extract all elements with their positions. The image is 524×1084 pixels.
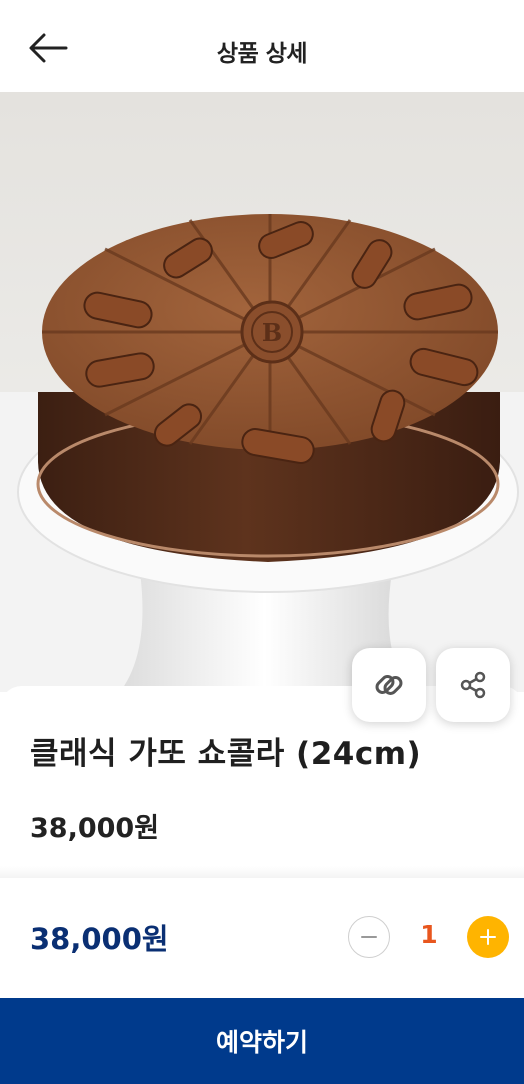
svg-text:B: B — [262, 318, 282, 347]
quantity-increase-button[interactable] — [467, 916, 509, 958]
product-price: 38,000원 — [30, 813, 160, 844]
total-price: 38,000원 — [30, 922, 169, 956]
reserve-button[interactable]: 예약하기 — [0, 998, 524, 1084]
product-name: 클래식 가또 쇼콜라 (24cm) — [30, 736, 422, 772]
link-icon — [375, 675, 403, 695]
share-button[interactable] — [436, 648, 510, 722]
product-image: B — [0, 92, 524, 692]
top-app-bar: 상품 상세 — [0, 0, 524, 92]
plus-icon — [480, 929, 496, 945]
quantity-value: 1 — [420, 920, 438, 949]
minus-icon — [361, 936, 377, 938]
quantity-decrease-button[interactable] — [348, 916, 390, 958]
like-button[interactable] — [352, 648, 426, 722]
share-icon — [460, 671, 486, 699]
page-title: 상품 상세 — [216, 41, 308, 67]
